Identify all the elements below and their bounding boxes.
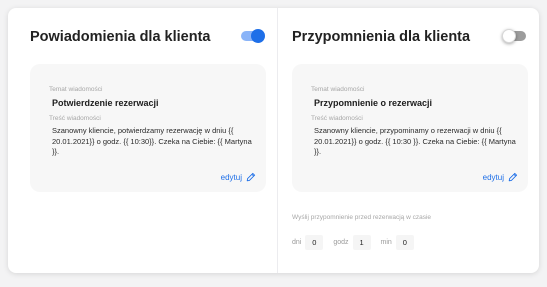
minutes-label: min bbox=[380, 239, 392, 246]
toggle-knob bbox=[251, 29, 265, 43]
settings-card: Powiadomienia dla klienta Temat wiadomoś… bbox=[8, 8, 539, 273]
pencil-icon bbox=[508, 172, 518, 182]
body-label: Treść wiadomości bbox=[311, 115, 363, 122]
notification-message-box: Temat wiadomości Potwierdzenie rezerwacj… bbox=[30, 64, 266, 192]
reminder-message-box: Temat wiadomości Przypomnienie o rezerwa… bbox=[292, 64, 528, 192]
days-label: dni bbox=[292, 239, 302, 246]
reminders-title: Przypomnienia dla klienta bbox=[292, 29, 471, 45]
edit-button[interactable]: edytuj bbox=[221, 172, 256, 182]
notifications-toggle[interactable] bbox=[241, 29, 265, 43]
message-body: Szanowny kliencie, potwierdzamy rezerwac… bbox=[52, 126, 252, 156]
message-subject: Przypomnienie o rezerwacji bbox=[314, 98, 433, 108]
edit-label: edytuj bbox=[482, 172, 504, 182]
reminders-toggle[interactable] bbox=[502, 29, 526, 43]
subject-label: Temat wiadomości bbox=[49, 86, 103, 93]
hours-input[interactable]: 1 bbox=[352, 235, 371, 250]
minutes-input[interactable]: 0 bbox=[395, 235, 414, 250]
notifications-title: Powiadomienia dla klienta bbox=[30, 29, 211, 45]
message-body: Szanowny kliencie, przypominamy o rezerw… bbox=[314, 126, 516, 156]
reminder-timing-label: Wyślij przypomnienie przed rezerwacją w … bbox=[292, 214, 432, 221]
toggle-knob bbox=[502, 29, 516, 43]
hours-label: godz bbox=[333, 239, 349, 246]
edit-label: edytuj bbox=[220, 172, 242, 182]
days-input[interactable]: 0 bbox=[305, 235, 324, 250]
subject-label: Temat wiadomości bbox=[311, 86, 365, 93]
pencil-icon bbox=[246, 172, 256, 182]
reminder-timing-row: dni 0 godz 1 min 0 bbox=[292, 235, 424, 250]
message-subject: Potwierdzenie rezerwacji bbox=[52, 98, 159, 108]
edit-button[interactable]: edytuj bbox=[483, 172, 518, 182]
customer-notifications-panel: Powiadomienia dla klienta Temat wiadomoś… bbox=[8, 8, 277, 273]
customer-reminders-panel: Przypomnienia dla klienta Temat wiadomoś… bbox=[278, 8, 539, 273]
body-label: Treść wiadomości bbox=[49, 115, 101, 122]
